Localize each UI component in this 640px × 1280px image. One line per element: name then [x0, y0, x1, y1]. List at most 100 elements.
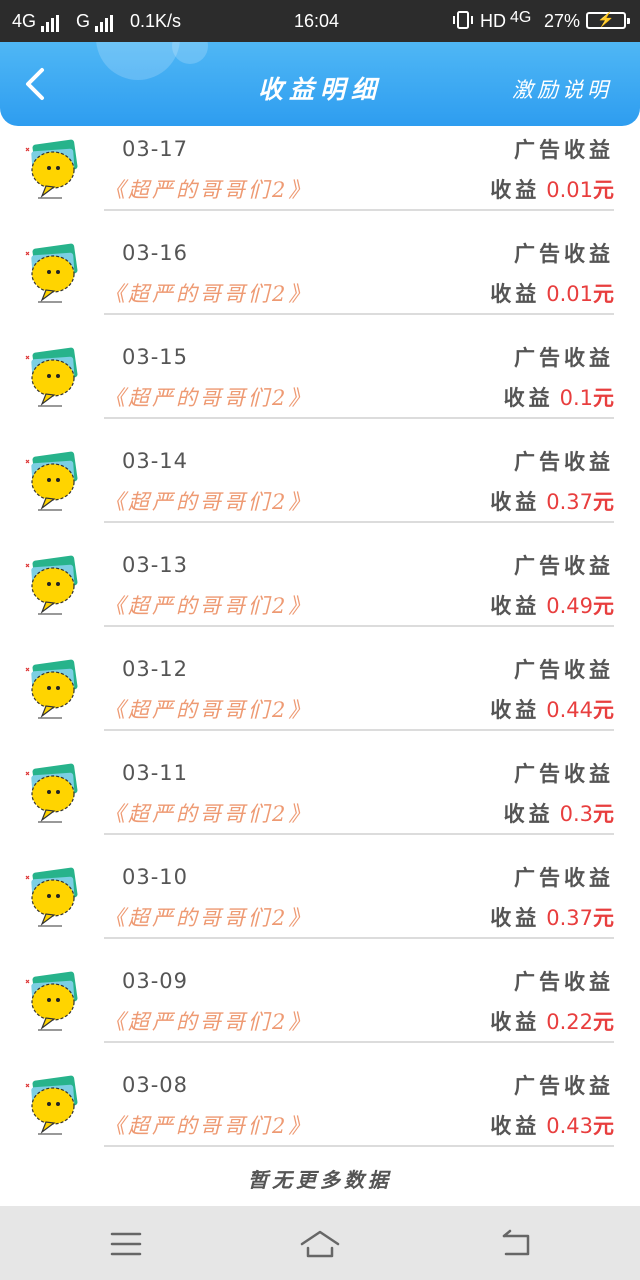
earning-label: 收益 — [490, 697, 541, 722]
earning-row-content: 03-15 《超严的哥哥们2》 广告收益 收益 0.1元 — [104, 334, 614, 419]
earning-label: 收益 — [490, 1009, 541, 1034]
earning-type: 广告收益 — [514, 761, 614, 786]
earning-row[interactable]: 03-17 《超严的哥哥们2》 广告收益 收益 0.01元 — [0, 126, 640, 230]
record-date: 03-17 — [122, 137, 189, 161]
vibrate-icon — [452, 10, 474, 35]
earning-label: 收益 — [490, 177, 541, 202]
earning-type: 广告收益 — [514, 553, 614, 578]
record-date: 03-12 — [122, 657, 189, 681]
chat-bubble-avatar-icon — [25, 659, 78, 719]
chat-bubble-avatar-icon — [25, 867, 78, 927]
earning-amount: 0.22 — [546, 1010, 593, 1034]
earning-label: 收益 — [490, 489, 541, 514]
system-nav-bar — [0, 1206, 640, 1280]
earning-label: 收益 — [490, 593, 541, 618]
earning-amount-group: 收益 0.1元 — [504, 382, 614, 412]
earning-amount-group: 收益 0.22元 — [490, 1006, 614, 1036]
earning-amount-group: 收益 0.01元 — [490, 278, 614, 308]
earning-row-content: 03-11 《超严的哥哥们2》 广告收益 收益 0.3元 — [104, 750, 614, 835]
earning-type: 广告收益 — [514, 657, 614, 682]
earning-row[interactable]: 03-10 《超严的哥哥们2》 广告收益 收益 0.37元 — [0, 854, 640, 958]
home-icon — [300, 1230, 340, 1258]
currency-unit: 元 — [593, 1009, 614, 1034]
earning-amount-group: 收益 0.01元 — [490, 174, 614, 204]
show-title: 《超严的哥哥们2》 — [104, 386, 313, 410]
earning-row-content: 03-08 《超严的哥哥们2》 广告收益 收益 0.43元 — [104, 1062, 614, 1147]
earning-row[interactable]: 03-14 《超严的哥哥们2》 广告收益 收益 0.37元 — [0, 438, 640, 542]
earning-row[interactable]: 03-16 《超严的哥哥们2》 广告收益 收益 0.01元 — [0, 230, 640, 334]
earning-amount: 0.01 — [546, 282, 593, 306]
network-right: 4G — [510, 9, 532, 26]
earning-row-content: 03-09 《超严的哥哥们2》 广告收益 收益 0.22元 — [104, 958, 614, 1043]
currency-unit: 元 — [593, 1113, 614, 1138]
earning-row-content: 03-16 《超严的哥哥们2》 广告收益 收益 0.01元 — [104, 230, 614, 315]
status-bar: 4G G 0.1K/s 16:04 HD 4G 27% ⚡ — [0, 0, 640, 42]
earning-type: 广告收益 — [514, 865, 614, 890]
earning-row-content: 03-14 《超严的哥哥们2》 广告收益 收益 0.37元 — [104, 438, 614, 523]
currency-unit: 元 — [593, 801, 614, 826]
currency-unit: 元 — [593, 177, 614, 202]
network-g: G — [76, 10, 115, 32]
show-title: 《超严的哥哥们2》 — [104, 698, 313, 722]
earning-row-content: 03-10 《超严的哥哥们2》 广告收益 收益 0.37元 — [104, 854, 614, 939]
earning-label: 收益 — [490, 1113, 541, 1138]
earning-amount: 0.44 — [546, 698, 593, 722]
currency-unit: 元 — [593, 385, 614, 410]
earning-amount: 0.01 — [546, 178, 593, 202]
show-title: 《超严的哥哥们2》 — [104, 1010, 313, 1034]
show-title: 《超严的哥哥们2》 — [104, 594, 313, 618]
incentive-info-link[interactable]: 激励说明 — [512, 42, 612, 126]
currency-unit: 元 — [593, 593, 614, 618]
earning-row[interactable]: 03-11 《超严的哥哥们2》 广告收益 收益 0.3元 — [0, 750, 640, 854]
home-button[interactable] — [298, 1224, 342, 1264]
network-speed: 0.1K/s — [130, 11, 182, 31]
back-nav-button[interactable] — [494, 1224, 538, 1264]
battery-percent: 27% — [544, 11, 581, 31]
earning-amount: 0.43 — [546, 1114, 593, 1138]
record-date: 03-16 — [122, 241, 189, 265]
chat-bubble-avatar-icon — [25, 971, 78, 1031]
earning-type: 广告收益 — [514, 1073, 614, 1098]
chat-bubble-avatar-icon — [25, 243, 78, 303]
back-icon — [502, 1229, 530, 1256]
header: 收益明细 激励说明 — [0, 42, 640, 126]
show-title: 《超严的哥哥们2》 — [104, 178, 313, 202]
earning-amount-group: 收益 0.37元 — [490, 902, 614, 932]
signal-icon — [41, 10, 61, 32]
chat-bubble-avatar-icon — [25, 139, 78, 199]
earning-row[interactable]: 03-15 《超严的哥哥们2》 广告收益 收益 0.1元 — [0, 334, 640, 438]
record-date: 03-13 — [122, 553, 189, 577]
earning-row[interactable]: 03-12 《超严的哥哥们2》 广告收益 收益 0.44元 — [0, 646, 640, 750]
battery-icon: ⚡ — [586, 11, 630, 29]
earning-amount-group: 收益 0.37元 — [490, 486, 614, 516]
hd-indicator: HD — [480, 11, 506, 31]
earning-row[interactable]: 03-13 《超严的哥哥们2》 广告收益 收益 0.49元 — [0, 542, 640, 646]
record-date: 03-10 — [122, 865, 189, 889]
network-left: 4G — [12, 10, 61, 32]
no-more-data-text: 暂无更多数据 — [248, 1168, 392, 1192]
record-date: 03-14 — [122, 449, 189, 473]
earning-amount: 0.37 — [546, 906, 593, 930]
earning-type: 广告收益 — [514, 241, 614, 266]
earning-type: 广告收益 — [514, 345, 614, 370]
currency-unit: 元 — [593, 489, 614, 514]
earning-amount-group: 收益 0.44元 — [490, 694, 614, 724]
record-date: 03-11 — [122, 761, 189, 785]
record-date: 03-08 — [122, 1073, 189, 1097]
earning-row-content: 03-13 《超严的哥哥们2》 广告收益 收益 0.49元 — [104, 542, 614, 627]
earning-amount: 0.37 — [546, 490, 593, 514]
earning-type: 广告收益 — [514, 969, 614, 994]
earning-row[interactable]: 03-09 《超严的哥哥们2》 广告收益 收益 0.22元 — [0, 958, 640, 1062]
show-title: 《超严的哥哥们2》 — [104, 1114, 313, 1138]
chat-bubble-avatar-icon — [25, 555, 78, 615]
earning-label: 收益 — [503, 385, 554, 410]
earning-amount-group: 收益 0.3元 — [504, 798, 614, 828]
earning-amount: 0.3 — [559, 802, 593, 826]
earning-row-content: 03-17 《超严的哥哥们2》 广告收益 收益 0.01元 — [104, 126, 614, 211]
earning-type: 广告收益 — [514, 449, 614, 474]
earning-row[interactable]: 03-08 《超严的哥哥们2》 广告收益 收益 0.43元 — [0, 1062, 640, 1166]
currency-unit: 元 — [593, 281, 614, 306]
chat-bubble-avatar-icon — [25, 451, 78, 511]
menu-button[interactable] — [104, 1224, 148, 1264]
earning-label: 收益 — [503, 801, 554, 826]
